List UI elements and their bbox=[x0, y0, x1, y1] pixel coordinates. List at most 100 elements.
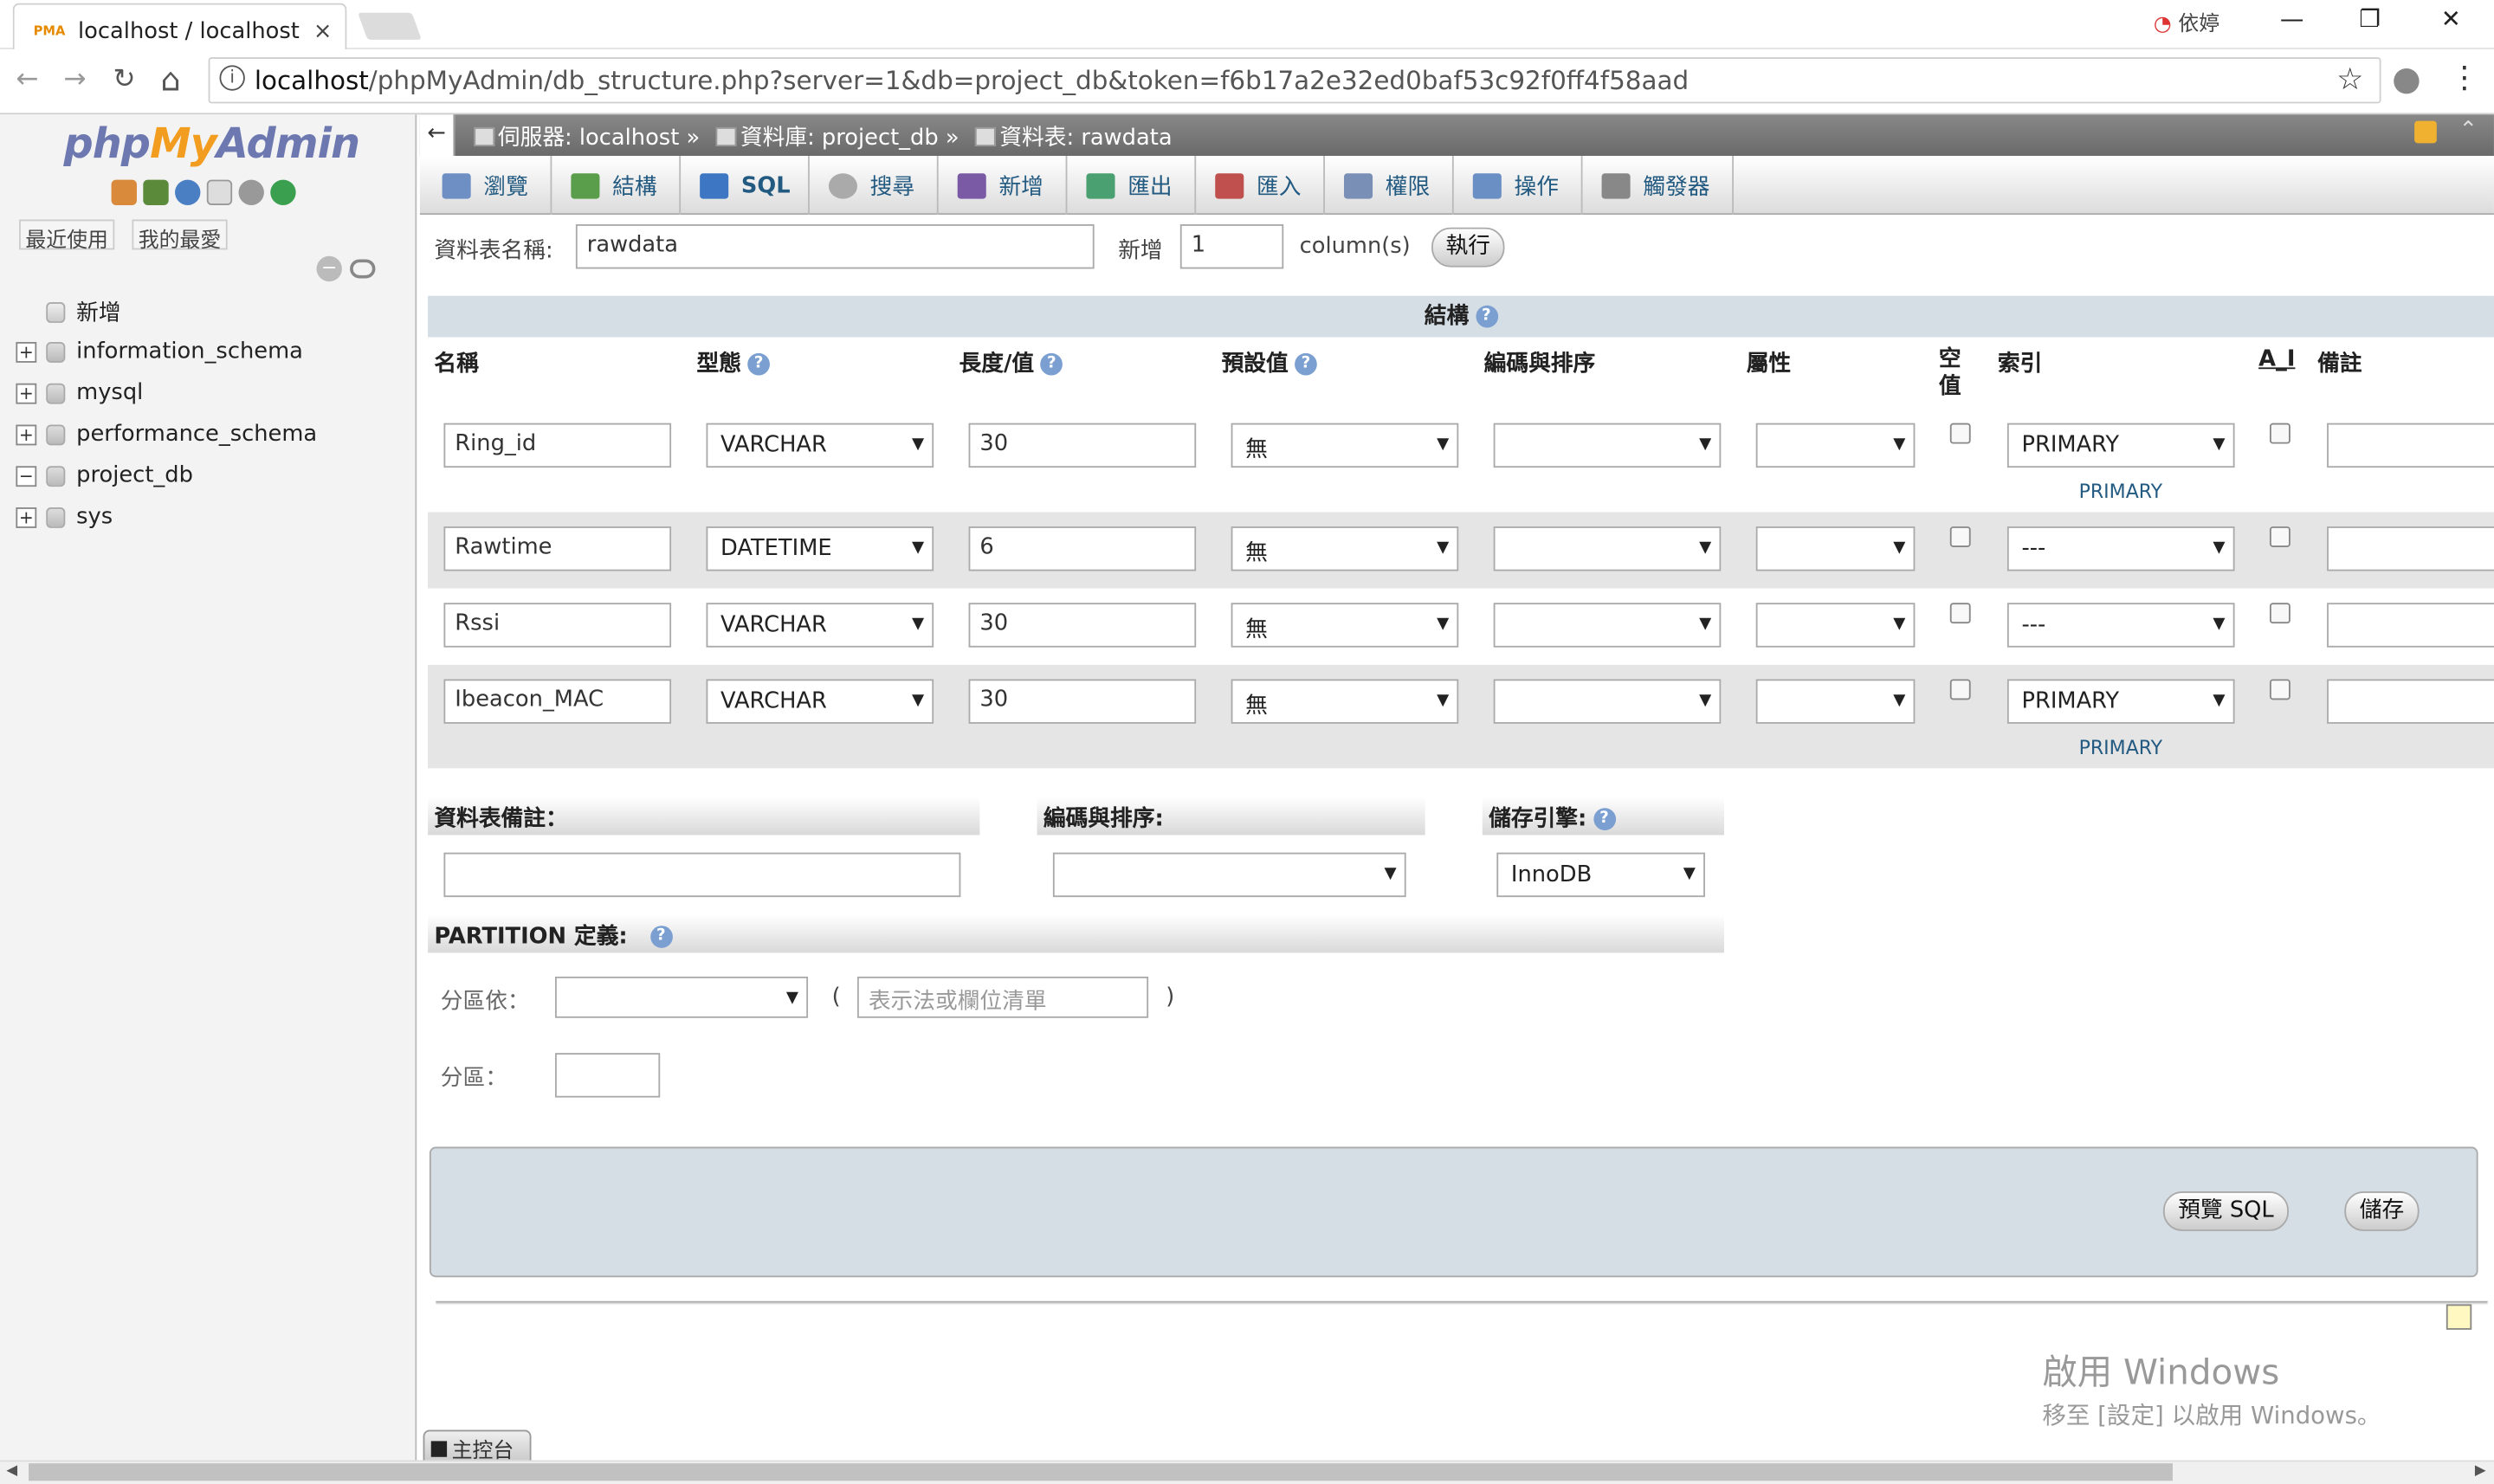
column-default-select[interactable]: 無 ▼ bbox=[1231, 679, 1459, 724]
table-collation-select[interactable]: ▼ bbox=[1052, 852, 1406, 898]
recent-tables-button[interactable]: 最近使用 bbox=[19, 219, 115, 253]
expand-icon[interactable]: + bbox=[16, 382, 37, 403]
table-name-input[interactable]: rawdata bbox=[575, 224, 1095, 269]
column-collation-select[interactable]: ▼ bbox=[1493, 526, 1722, 571]
column-type-select[interactable]: VARCHAR ▼ bbox=[706, 423, 934, 468]
column-type-select[interactable]: VARCHAR ▼ bbox=[706, 603, 934, 648]
extension-icon[interactable] bbox=[2394, 68, 2420, 94]
column-attributes-select[interactable]: ▼ bbox=[1755, 423, 1916, 468]
help-icon[interactable]: ? bbox=[1040, 352, 1063, 376]
expand-icon[interactable]: + bbox=[16, 341, 37, 362]
table-comment-input[interactable] bbox=[443, 852, 961, 898]
column-comment-input[interactable] bbox=[2327, 423, 2494, 468]
column-default-select[interactable]: 無 ▼ bbox=[1231, 603, 1459, 648]
tab-browse[interactable]: 瀏覽 bbox=[423, 156, 552, 216]
collapse-nav-arrow-icon[interactable]: ← bbox=[419, 114, 456, 157]
column-length-input[interactable]: 30 bbox=[968, 423, 1197, 468]
preview-sql-button[interactable]: 預覽 SQL bbox=[2162, 1190, 2290, 1231]
info-icon[interactable]: i bbox=[219, 65, 245, 91]
link-with-main-icon[interactable] bbox=[350, 259, 376, 279]
column-comment-input[interactable] bbox=[2327, 679, 2494, 724]
note-icon[interactable] bbox=[2446, 1304, 2472, 1330]
column-default-select[interactable]: 無 ▼ bbox=[1231, 423, 1459, 468]
auto-increment-checkbox[interactable] bbox=[2269, 679, 2290, 700]
column-name-input[interactable]: Ibeacon_MAC bbox=[443, 679, 672, 724]
partition-expression-input[interactable]: 表示法或欄位清單 bbox=[856, 976, 1149, 1018]
bookmark-star-icon[interactable]: ☆ bbox=[2336, 62, 2363, 97]
tab-triggers[interactable]: 觸發器 bbox=[1583, 156, 1735, 216]
column-name-input[interactable]: Rssi bbox=[443, 603, 672, 648]
forward-arrow-icon[interactable]: → bbox=[63, 63, 86, 95]
docs-icon[interactable] bbox=[206, 179, 233, 205]
column-index-select[interactable]: PRIMARY ▼ bbox=[2006, 679, 2235, 724]
home-icon[interactable]: ⌂ bbox=[161, 61, 181, 99]
refresh-icon[interactable] bbox=[270, 179, 296, 205]
profile-button[interactable]: ◔ 依婷 bbox=[2154, 6, 2219, 37]
column-comment-input[interactable] bbox=[2327, 526, 2494, 571]
collapse-top-icon[interactable]: ⌃ bbox=[2459, 118, 2478, 143]
tab-export[interactable]: 匯出 bbox=[1067, 156, 1197, 216]
auto-increment-checkbox[interactable] bbox=[2269, 603, 2290, 624]
null-checkbox[interactable] bbox=[1949, 679, 1971, 700]
tab-close-icon[interactable]: × bbox=[313, 18, 333, 43]
column-index-select[interactable]: --- ▼ bbox=[2006, 526, 2235, 571]
column-index-select[interactable]: --- ▼ bbox=[2006, 603, 2235, 648]
collapse-icon[interactable]: − bbox=[16, 465, 37, 487]
expand-icon[interactable]: + bbox=[16, 423, 37, 445]
tree-item-performance-schema[interactable]: + performance_schema bbox=[16, 416, 317, 451]
expand-icon[interactable]: + bbox=[16, 506, 37, 527]
tab-privileges[interactable]: 權限 bbox=[1325, 156, 1454, 216]
tab-insert[interactable]: 新增 bbox=[939, 156, 1068, 216]
auto-increment-checkbox[interactable] bbox=[2269, 526, 2290, 547]
settings-gear-icon[interactable] bbox=[238, 179, 264, 205]
index-link[interactable]: PRIMARY bbox=[2079, 737, 2163, 759]
column-collation-select[interactable]: ▼ bbox=[1493, 423, 1722, 468]
restore-button[interactable]: ❐ bbox=[2338, 5, 2401, 43]
scroll-left-icon[interactable]: ◀ bbox=[6, 1463, 17, 1479]
tab-search[interactable]: 搜尋 bbox=[810, 156, 939, 216]
column-name-input[interactable]: Ring_id bbox=[443, 423, 672, 468]
column-index-select[interactable]: PRIMARY ▼ bbox=[2006, 423, 2235, 468]
column-length-input[interactable]: 30 bbox=[968, 679, 1197, 724]
lock-icon[interactable] bbox=[2414, 120, 2437, 144]
go-button[interactable]: 執行 bbox=[1431, 227, 1505, 268]
help-icon[interactable] bbox=[175, 179, 201, 205]
exit-icon[interactable] bbox=[143, 179, 169, 205]
null-checkbox[interactable] bbox=[1949, 603, 1971, 624]
new-tab-button[interactable] bbox=[358, 12, 422, 40]
add-columns-count-input[interactable]: 1 bbox=[1179, 224, 1284, 269]
tree-item-new[interactable]: 新增 bbox=[16, 294, 121, 329]
collapse-all-icon[interactable]: − bbox=[316, 255, 342, 282]
partition-by-select[interactable]: ▼ bbox=[555, 976, 809, 1018]
help-icon[interactable]: ? bbox=[649, 926, 673, 948]
scrollbar-thumb[interactable] bbox=[29, 1463, 2173, 1481]
browser-tab[interactable]: PMA localhost / localhost / p × bbox=[12, 3, 347, 49]
tab-import[interactable]: 匯入 bbox=[1196, 156, 1325, 216]
column-attributes-select[interactable]: ▼ bbox=[1755, 526, 1916, 571]
url-bar[interactable]: i localhost/phpMyAdmin/db_structure.php?… bbox=[208, 57, 2381, 104]
column-attributes-select[interactable]: ▼ bbox=[1755, 603, 1916, 648]
tree-item-mysql[interactable]: + mysql bbox=[16, 376, 143, 410]
breadcrumb-table[interactable]: 資料表: rawdata bbox=[999, 126, 1172, 151]
storage-engine-select[interactable]: InnoDB ▼ bbox=[1496, 852, 1705, 898]
breadcrumb-database[interactable]: 資料庫: project_db » bbox=[740, 126, 959, 151]
column-length-input[interactable]: 6 bbox=[968, 526, 1197, 571]
phpmyadmin-logo[interactable]: phpMyAdmin bbox=[63, 121, 360, 169]
close-window-button[interactable]: ✕ bbox=[2420, 5, 2483, 43]
null-checkbox[interactable] bbox=[1949, 423, 1971, 444]
favorite-tables-button[interactable]: 我的最愛 bbox=[132, 219, 228, 253]
minimize-button[interactable]: — bbox=[2260, 5, 2323, 43]
browser-menu-icon[interactable]: ⋮ bbox=[2450, 61, 2480, 95]
home-nav-icon[interactable] bbox=[111, 179, 137, 205]
tree-item-sys[interactable]: + sys bbox=[16, 500, 113, 534]
partitions-count-input[interactable] bbox=[555, 1053, 661, 1098]
back-arrow-icon[interactable]: ← bbox=[16, 63, 38, 95]
column-attributes-select[interactable]: ▼ bbox=[1755, 679, 1916, 724]
tree-item-information-schema[interactable]: + information_schema bbox=[16, 334, 303, 369]
null-checkbox[interactable] bbox=[1949, 526, 1971, 547]
column-collation-select[interactable]: ▼ bbox=[1493, 679, 1722, 724]
tab-structure[interactable]: 結構 bbox=[552, 156, 682, 216]
index-link[interactable]: PRIMARY bbox=[2079, 481, 2163, 503]
help-icon[interactable]: ? bbox=[1475, 305, 1498, 328]
auto-increment-checkbox[interactable] bbox=[2269, 423, 2290, 444]
